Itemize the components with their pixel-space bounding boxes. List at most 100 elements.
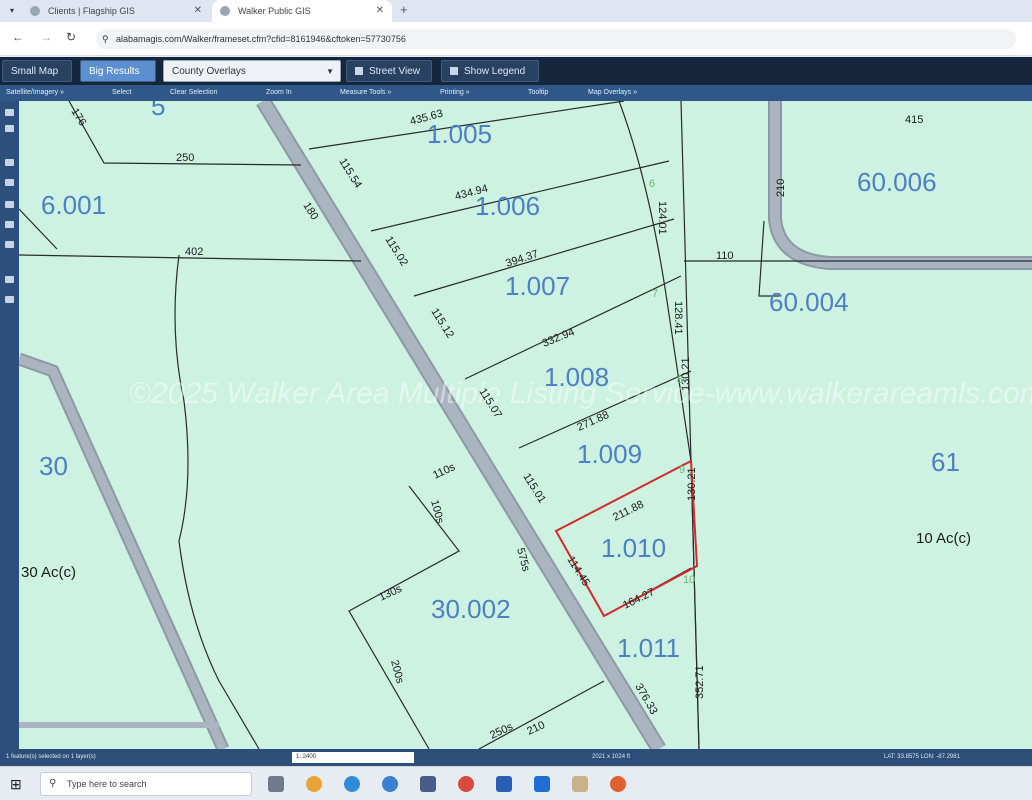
- site-info-icon[interactable]: ⚲: [102, 29, 109, 49]
- tab-favicon-icon: [30, 6, 40, 16]
- paint-icon[interactable]: [572, 776, 588, 792]
- browser-tab-walker-gis[interactable]: Walker Public GIS ✕: [212, 0, 392, 22]
- select-tool[interactable]: Select: [112, 85, 131, 101]
- dimension-label: 110: [716, 250, 734, 262]
- close-tab-icon[interactable]: ✕: [194, 0, 202, 22]
- clear-selection-tool[interactable]: Clear Selection: [170, 85, 217, 101]
- parcel-label-1009[interactable]: 1.009: [577, 439, 642, 469]
- big-results-button[interactable]: Big Results: [80, 60, 156, 82]
- edge-icon[interactable]: [344, 776, 360, 792]
- store-icon[interactable]: [420, 776, 436, 792]
- tab-search-menu[interactable]: ▾: [4, 0, 20, 22]
- satellite-imagery-menu[interactable]: Satellite/Imagery »: [6, 85, 64, 101]
- tab-title: Clients | Flagship GIS: [48, 6, 135, 16]
- parcel-map[interactable]: ©2025 Walker Area Multiple Listing Servi…: [19, 101, 1032, 749]
- tab-title: Walker Public GIS: [238, 6, 311, 16]
- back-arrow-icon[interactable]: ←: [12, 30, 24, 44]
- bookmark-icon[interactable]: [5, 221, 14, 228]
- county-overlays-select[interactable]: County Overlays ▼: [163, 60, 341, 82]
- county-overlays-value: County Overlays: [172, 66, 246, 77]
- parcel-label-1008[interactable]: 1.008: [544, 362, 609, 392]
- parcel-label-1005[interactable]: 1.005: [427, 119, 492, 149]
- browser-app-icon[interactable]: [306, 776, 322, 792]
- close-tab-icon[interactable]: ✕: [376, 0, 384, 22]
- measure-tools-menu[interactable]: Measure Tools »: [340, 85, 391, 101]
- acreage-label: 10 Ac(c): [916, 530, 971, 547]
- small-map-button[interactable]: Small Map: [2, 60, 72, 82]
- tooltip-tool[interactable]: Tooltip: [528, 85, 548, 101]
- street-view-icon: [355, 67, 363, 76]
- word-icon[interactable]: [496, 776, 512, 792]
- reload-icon[interactable]: ↻: [66, 30, 76, 44]
- locate-icon[interactable]: [5, 201, 14, 208]
- search-icon: ⚲: [49, 778, 57, 789]
- dimension-label: 402: [185, 246, 203, 258]
- dimension-label: 415: [905, 114, 923, 126]
- new-tab-icon[interactable]: +: [400, 0, 408, 20]
- parcel-label-5[interactable]: 5: [151, 101, 165, 121]
- zoom-in-tool[interactable]: Zoom In: [266, 85, 292, 101]
- windows-start-icon[interactable]: ⊞: [10, 776, 22, 793]
- map-tools-toolbar: Satellite/Imagery » Select Clear Selecti…: [0, 85, 1032, 101]
- help-icon[interactable]: [5, 296, 14, 303]
- identify-icon[interactable]: [5, 159, 14, 166]
- taskbar-search-placeholder: Type here to search: [67, 779, 147, 789]
- layers-icon[interactable]: [5, 179, 14, 186]
- show-legend-label: Show Legend: [464, 66, 526, 77]
- app-toolbar: Small Map Big Results County Overlays ▼ …: [0, 57, 1032, 85]
- info-icon[interactable]: [5, 276, 14, 283]
- selection-status: 1 feature(s) selected on 1 layer(s): [6, 754, 96, 760]
- edge-beta-icon[interactable]: [382, 776, 398, 792]
- legend-icon: [450, 67, 458, 76]
- street-view-button[interactable]: Street View: [346, 60, 432, 82]
- firefox-icon[interactable]: [610, 776, 626, 792]
- map-side-toolbar: [0, 101, 19, 749]
- parcel-label-60004[interactable]: 60.004: [769, 287, 849, 317]
- parcel-label-61[interactable]: 61: [931, 447, 960, 477]
- parcel-label-30[interactable]: 30: [39, 451, 68, 481]
- url-text: alabamagis.com/Walker/frameset.cfm?cfid=…: [116, 34, 406, 44]
- parcel-label-1006[interactable]: 1.006: [475, 191, 540, 221]
- acreage-label: 30 Ac(c): [21, 564, 76, 581]
- dimension-label: 128.41: [672, 301, 684, 335]
- forward-arrow-icon[interactable]: →: [40, 30, 52, 44]
- parcel-label-1007[interactable]: 1.007: [505, 271, 570, 301]
- dimension-label: 130.21: [686, 467, 698, 501]
- tab-favicon-icon: [220, 6, 230, 16]
- map-status-bar: 1 feature(s) selected on 1 layer(s) 1: 2…: [0, 749, 1032, 766]
- task-view-icon[interactable]: [268, 776, 284, 792]
- dimension-label: 124.01: [656, 201, 668, 235]
- lot-number-label: 10: [683, 574, 695, 586]
- address-bar-row: ← → ↻ ⚲ alabamagis.com/Walker/frameset.c…: [0, 22, 1032, 56]
- chevron-down-icon: ▼: [326, 67, 334, 76]
- overview-icon[interactable]: [5, 241, 14, 248]
- street-view-label: Street View: [369, 66, 420, 77]
- parcel-label-6001[interactable]: 6.001: [41, 190, 106, 220]
- parcel-label-1011[interactable]: 1.011: [617, 633, 680, 663]
- lot-number-label: 8: [677, 374, 683, 386]
- dimension-label: 210: [775, 179, 787, 197]
- zoom-icon[interactable]: [5, 125, 14, 132]
- browser-tab-clients[interactable]: Clients | Flagship GIS ✕: [22, 0, 210, 22]
- chrome-icon[interactable]: [458, 776, 474, 792]
- parcel-map-canvas[interactable]: ©2025 Walker Area Multiple Listing Servi…: [19, 101, 1032, 749]
- scale-input[interactable]: 1: 2400: [292, 752, 414, 763]
- dimension-label: 250: [176, 152, 194, 164]
- pan-icon[interactable]: [5, 109, 14, 116]
- printing-menu[interactable]: Printing »: [440, 85, 470, 101]
- url-field[interactable]: ⚲ alabamagis.com/Walker/frameset.cfm?cfi…: [96, 29, 1016, 49]
- show-legend-button[interactable]: Show Legend: [441, 60, 539, 82]
- browser-tab-strip: ▾ Clients | Flagship GIS ✕ Walker Public…: [0, 0, 1032, 22]
- coordinate-readout: LAT: 33.8575 LON: -87.2981: [884, 754, 960, 760]
- lot-number-label: 9: [679, 464, 685, 476]
- parcel-label-60006[interactable]: 60.006: [857, 167, 937, 197]
- lot-number-label: 6: [649, 178, 655, 190]
- windows-taskbar: ⊞ ⚲ Type here to search: [0, 766, 1032, 800]
- outlook-icon[interactable]: [534, 776, 550, 792]
- lot-number-label: 7: [652, 288, 658, 300]
- parcel-label-30002[interactable]: 30.002: [431, 594, 511, 624]
- parcel-label-1010[interactable]: 1.010: [601, 533, 666, 563]
- taskbar-search-field[interactable]: ⚲ Type here to search: [40, 772, 252, 796]
- map-overlays-menu[interactable]: Map Overlays »: [588, 85, 637, 101]
- dimension-label: 352.71: [694, 665, 706, 699]
